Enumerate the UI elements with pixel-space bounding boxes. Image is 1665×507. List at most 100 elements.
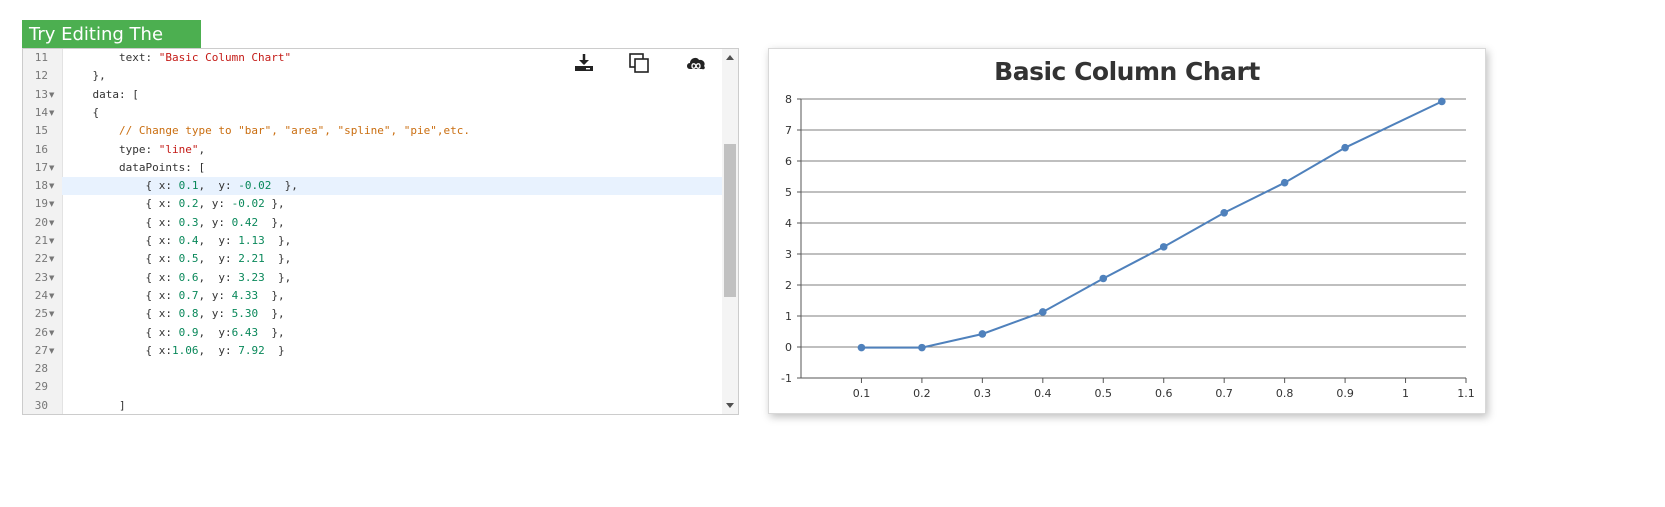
scroll-thumb[interactable] <box>724 144 736 297</box>
code-token: , <box>198 142 206 156</box>
fold-arrow-icon[interactable]: ▼ <box>49 305 54 323</box>
fold-arrow-icon[interactable]: ▼ <box>49 159 54 177</box>
fold-arrow-icon[interactable]: ▼ <box>49 342 54 360</box>
code-token: , y: <box>198 288 232 302</box>
code-token: , y: <box>198 343 239 357</box>
code-token: { x: <box>66 325 179 339</box>
fold-arrow-icon[interactable]: ▼ <box>49 287 54 305</box>
line-number: 26 <box>34 325 48 339</box>
code-text: { x: 0.9, y:6.43 }, <box>66 324 285 342</box>
line-number: 19 <box>34 197 48 211</box>
code-line[interactable]: 24 ▼ { x: 0.7, y: 4.33 }, <box>35 287 722 305</box>
code-line[interactable]: 18 ▼ { x: 0.1, y: -0.02 }, <box>35 177 722 196</box>
data-point <box>1220 208 1228 217</box>
code-token: { <box>66 105 100 119</box>
code-token: 2.21 <box>238 252 265 266</box>
code-token: text: <box>66 51 159 64</box>
code-line[interactable]: 28 <box>35 360 722 378</box>
x-tick-label: 0.5 <box>1095 387 1113 400</box>
y-tick-label: 6 <box>785 155 792 168</box>
line-number: 15 <box>34 124 48 138</box>
code-token: }, <box>271 179 298 193</box>
code-line[interactable]: 21 ▼ { x: 0.4, y: 1.13 }, <box>35 232 722 250</box>
cloud-infinity-icon[interactable] <box>685 52 707 74</box>
code-token: { x: <box>66 288 179 302</box>
fold-arrow-icon[interactable]: ▼ <box>49 214 54 232</box>
code-line[interactable]: 15 // Change type to "bar", "area", "spl… <box>35 122 722 140</box>
code-line[interactable]: 22 ▼ { x: 0.5, y: 2.21 }, <box>35 250 722 268</box>
code-line[interactable]: 25 ▼ { x: 0.8, y: 5.30 }, <box>35 305 722 323</box>
data-point <box>918 343 926 352</box>
try-editing-button[interactable]: Try Editing The Code <box>22 20 201 74</box>
fold-arrow-icon[interactable]: ▼ <box>49 232 54 250</box>
code-line[interactable]: 17 ▼ dataPoints: [ <box>35 159 722 177</box>
code-line[interactable]: 23 ▼ { x: 0.6, y: 3.23 }, <box>35 269 722 287</box>
x-tick-label: 0.9 <box>1336 387 1354 400</box>
copy-icon[interactable] <box>628 52 650 74</box>
code-line[interactable]: 27 ▼ { x:1.06, y: 7.92 } <box>35 342 722 360</box>
code-line[interactable]: 30 ] <box>35 397 722 414</box>
code-token: -0.02 <box>231 197 265 211</box>
code-token: { x: <box>66 179 179 193</box>
data-point <box>1280 178 1289 187</box>
fold-arrow-icon[interactable]: ▼ <box>49 195 54 213</box>
code-editor[interactable]: 11 text: "Basic Column Chart" 12 }, 13 ▼ da… <box>22 48 739 415</box>
code-line[interactable]: 14 ▼ { <box>35 104 722 122</box>
code-text: dataPoints: [ <box>66 159 205 177</box>
line-chart: -1 0 1 2 3 4 5 6 7 8 0.1 0.2 0.3 0.4 0.5 0.6 0.7 0.8 0.9 1 1… <box>781 93 1475 400</box>
data-point <box>1159 243 1168 251</box>
code-token: 4.33 <box>231 288 259 302</box>
code-line[interactable]: 11 text: "Basic Column Chart" <box>35 49 722 67</box>
code-token: 1.13 <box>238 234 265 247</box>
code-token: , y: <box>198 179 239 193</box>
code-token: dataPoints: [ <box>66 160 206 174</box>
code-line[interactable]: 16 type: "line", <box>35 141 722 159</box>
code-token: 0.8 <box>178 307 199 321</box>
code-token: 0.6 <box>178 270 199 284</box>
fold-arrow-icon[interactable]: ▼ <box>49 324 54 342</box>
x-tick-label: 1 <box>1402 387 1409 400</box>
code-token: { x: <box>66 343 172 357</box>
download-icon[interactable] <box>573 52 595 74</box>
code-text: { x: 0.5, y: 2.21 }, <box>66 250 291 268</box>
code-line[interactable]: 20 ▼ { x: 0.3, y: 0.42 }, <box>35 214 722 232</box>
code-token: "Basic Column Chart" <box>158 51 292 64</box>
code-token: }, <box>264 252 292 266</box>
fold-arrow-icon[interactable]: ▼ <box>49 104 54 122</box>
fold-arrow-icon[interactable]: ▼ <box>49 269 54 287</box>
line-number: 22 <box>34 252 48 266</box>
code-line[interactable]: 13 ▼ data: [ <box>35 86 722 104</box>
line-number: 14 <box>34 105 48 119</box>
code-token: { x: <box>66 270 179 284</box>
code-token: , y: <box>198 325 232 339</box>
chart-panel: Basic Column Chart -1 0 1 2 3 4 5 6 7 8 0.1 0.2 0.3 0… <box>768 48 1486 414</box>
data-point <box>1341 143 1349 152</box>
code-token: 1.06 <box>171 343 199 357</box>
code-text: { x: 0.8, y: 5.30 }, <box>66 305 284 323</box>
code-line[interactable]: 29 <box>35 378 722 396</box>
code-token: }, <box>258 325 285 339</box>
code-token: , y: <box>198 307 232 321</box>
y-tick-label: 4 <box>785 217 792 230</box>
code-text: data: [ <box>66 86 138 104</box>
code-token: 0.5 <box>178 252 199 266</box>
fold-arrow-icon[interactable]: ▼ <box>49 250 54 268</box>
scroll-up-arrow-icon[interactable] <box>726 55 734 60</box>
fold-arrow-icon[interactable]: ▼ <box>49 177 54 195</box>
code-token: }, <box>258 215 285 229</box>
scroll-down-arrow-icon[interactable] <box>726 403 734 408</box>
fold-arrow-icon[interactable]: ▼ <box>49 86 54 104</box>
code-token: }, <box>264 197 285 211</box>
code-text: { x:1.06, y: 7.92 } <box>66 342 284 360</box>
code-token: 0.1 <box>178 179 199 193</box>
editor-scrollbar[interactable] <box>722 49 738 414</box>
y-tick-label: 3 <box>785 248 792 261</box>
code-line[interactable]: 19 ▼ { x: 0.2, y: -0.02 }, <box>35 195 722 213</box>
x-tick-label: 0.3 <box>974 387 992 400</box>
code-line[interactable]: 12 }, <box>35 67 722 85</box>
data-point <box>1099 274 1108 283</box>
code-area[interactable]: 11 text: "Basic Column Chart" 12 }, 13 ▼ da… <box>35 49 722 414</box>
code-token: }, <box>66 69 106 83</box>
code-token: , y: <box>198 252 239 266</box>
code-line[interactable]: 26 ▼ { x: 0.9, y:6.43 }, <box>35 324 722 342</box>
